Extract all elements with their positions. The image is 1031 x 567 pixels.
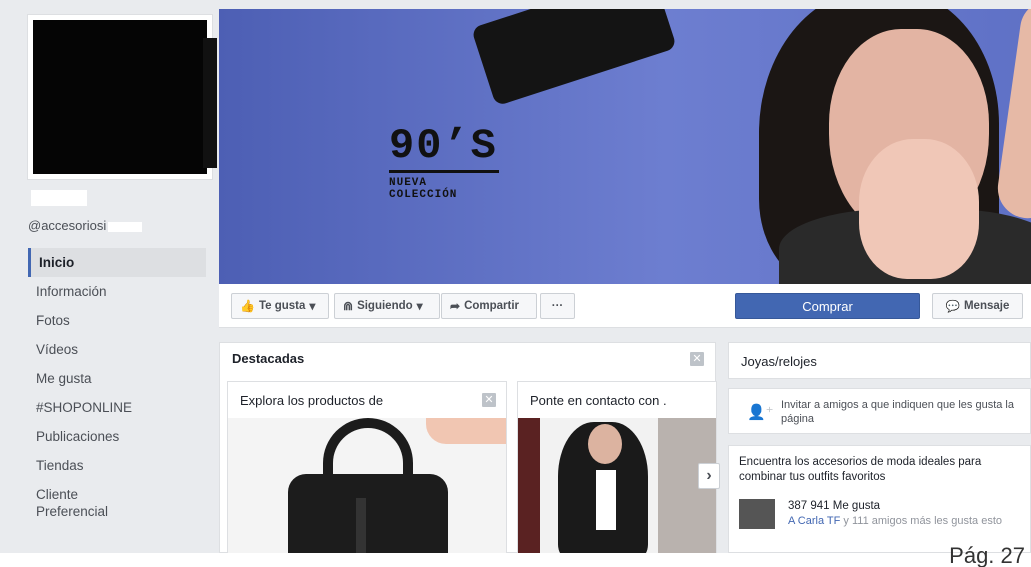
document-footer xyxy=(0,553,1031,567)
caret-down-icon: ▾ xyxy=(416,299,423,313)
nav-item-videos[interactable]: Vídeos xyxy=(28,335,206,364)
fashion-photo-left xyxy=(518,418,540,553)
nav-item-publicaciones[interactable]: Publicaciones xyxy=(28,422,128,451)
page-nav: Inicio Información Fotos Vídeos Me gusta… xyxy=(28,248,206,526)
nav-item-fotos[interactable]: Fotos xyxy=(28,306,206,335)
cover-headline-rule xyxy=(389,170,499,173)
card-image-bag xyxy=(228,418,506,553)
card-title: Ponte en contacto con . xyxy=(530,393,667,408)
next-arrow-button[interactable]: › xyxy=(698,463,720,489)
page-category[interactable]: Joyas/relojes xyxy=(741,354,817,369)
rss-icon: ⋒ xyxy=(343,299,354,313)
nav-item-tiendas[interactable]: Tiendas xyxy=(28,451,206,480)
fashion-photo-shirt xyxy=(596,470,616,530)
about-description: Encuentra los accesorios de moda ideales… xyxy=(739,456,982,483)
share-button[interactable]: ➦ Compartir xyxy=(441,293,537,319)
fashion-photo-face xyxy=(588,424,622,464)
following-button[interactable]: ⋒ Siguiendo ▾ xyxy=(334,293,440,319)
more-options-button[interactable]: ··· xyxy=(540,293,575,319)
profile-picture-image xyxy=(33,20,217,174)
cover-photo[interactable]: 90’S NUEVA COLECCIÓN xyxy=(219,9,1031,284)
handle-redaction xyxy=(108,221,143,232)
bag-tassel xyxy=(356,498,366,553)
bag-photo-skin-tone xyxy=(426,418,506,444)
cover-model-hand xyxy=(859,139,979,279)
cover-headline: 90’S xyxy=(389,122,498,170)
cover-subheadline: NUEVA COLECCIÓN xyxy=(389,177,458,201)
nav-item-shoponline[interactable]: #SHOPONLINE xyxy=(28,393,138,422)
nav-item-cliente-preferencial[interactable]: Cliente Preferencial xyxy=(28,480,128,526)
featured-title: Destacadas xyxy=(232,351,305,366)
close-icon[interactable]: ✕ xyxy=(690,352,704,366)
featured-card-products[interactable]: Explora los productos de ✕ xyxy=(227,381,507,554)
featured-card-contact[interactable]: Ponte en contacto con . xyxy=(517,381,717,554)
card-title: Explora los productos de xyxy=(240,393,384,408)
likes-friends-text: A Carla TF y 111 amigos más les gusta es… xyxy=(788,515,1002,527)
message-bubble-icon: 💬 xyxy=(945,301,960,313)
facebook-page-screenshot: @accesoriosi Inicio Información Fotos Ví… xyxy=(0,0,1031,567)
friend-link[interactable]: A Carla TF xyxy=(788,515,840,527)
add-friend-icon: 👤⁺ xyxy=(747,404,774,421)
close-icon[interactable]: ✕ xyxy=(482,393,496,407)
bag-body xyxy=(288,474,448,553)
page-number: Pág. 27 xyxy=(949,543,1025,567)
likes-count[interactable]: 387 941 Me gusta xyxy=(788,500,880,512)
invite-friends-box[interactable]: 👤⁺ Invitar a amigos a que indiquen que l… xyxy=(728,388,1031,434)
nav-item-inicio[interactable]: Inicio xyxy=(28,248,206,277)
page-handle[interactable]: @accesoriosi xyxy=(28,218,143,233)
card-image-fashion xyxy=(518,418,716,553)
page-action-bar: 👍 Te gusta ▾ ⋒ Siguiendo ▾ ➦ Compartir ·… xyxy=(219,284,1031,328)
liker-avatar[interactable] xyxy=(739,499,775,529)
nav-item-informacion[interactable]: Información xyxy=(28,277,206,306)
nav-item-me-gusta[interactable]: Me gusta xyxy=(28,364,206,393)
thumbs-up-icon: 👍 xyxy=(240,299,255,313)
category-box: Joyas/relojes xyxy=(728,342,1031,379)
profile-picture[interactable] xyxy=(27,14,217,180)
about-box: Encuentra los accesorios de moda ideales… xyxy=(728,445,1031,553)
like-button[interactable]: 👍 Te gusta ▾ xyxy=(231,293,329,319)
invite-friends-text: Invitar a amigos a que indiquen que les … xyxy=(781,399,1014,425)
caret-down-icon: ▾ xyxy=(309,299,316,313)
page-name-redacted xyxy=(31,190,87,206)
share-arrow-icon: ➦ xyxy=(450,299,461,313)
buy-button[interactable]: Comprar xyxy=(735,293,920,319)
message-button[interactable]: 💬 Mensaje xyxy=(932,293,1023,319)
featured-section: Destacadas ✕ Explora los productos de ✕ … xyxy=(219,342,720,554)
